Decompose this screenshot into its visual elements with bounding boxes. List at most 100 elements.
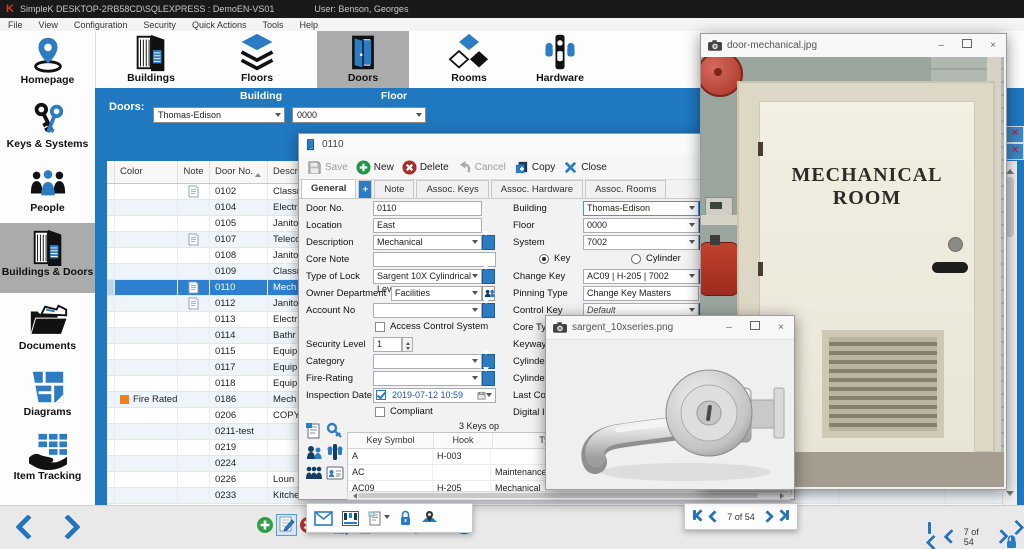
sidebar-item-documents[interactable]: Documents (0, 297, 95, 363)
door-no-column-header[interactable]: Door No. (210, 161, 268, 183)
location-field[interactable]: East (373, 218, 482, 233)
edit-record-button[interactable] (276, 514, 297, 536)
tab-assoc-rooms[interactable]: Assoc. Rooms (585, 180, 666, 198)
sidebar-item-people[interactable]: People (0, 159, 95, 223)
floor-filter-select[interactable]: 0000 (292, 107, 426, 123)
cylinder-radio[interactable] (631, 254, 641, 264)
close-button[interactable]: × (768, 316, 794, 339)
key-filter-icon[interactable] (326, 422, 344, 440)
new-button[interactable]: New (356, 160, 394, 175)
color-column-header[interactable]: Color (115, 161, 178, 183)
add-record-button[interactable] (256, 516, 274, 534)
clear-filter-icon[interactable]: × (1006, 126, 1024, 143)
minimize-button[interactable]: – (928, 34, 954, 57)
inspection-date-checkbox[interactable] (376, 390, 386, 400)
email-icon[interactable] (314, 511, 333, 526)
account-no-lookup-button[interactable] (482, 303, 495, 318)
key-cabinet-icon[interactable] (342, 511, 359, 526)
menu-item[interactable]: Security (135, 20, 184, 30)
person-card-icon[interactable] (326, 464, 344, 482)
scroll-down-icon[interactable] (1006, 491, 1014, 500)
system-select[interactable]: 7002 (583, 235, 699, 250)
sidebar-item-keys-systems[interactable]: Keys & Systems (0, 95, 95, 159)
account-no-select[interactable] (373, 303, 482, 318)
type-of-lock-lookup-button[interactable] (482, 269, 495, 284)
people-group-icon[interactable] (305, 464, 323, 482)
scroll-left-icon[interactable] (350, 493, 357, 499)
window-titlebar[interactable]: door-mechanical.jpg – × (701, 34, 1006, 58)
next-record-button[interactable] (761, 510, 774, 523)
ribbon-item-rooms[interactable]: Rooms (423, 31, 515, 88)
close-button[interactable]: × (980, 34, 1006, 57)
prev-record-button[interactable] (943, 529, 958, 544)
security-level-stepper[interactable] (402, 337, 413, 352)
ribbon-item-buildings[interactable]: Buildings (105, 31, 197, 88)
sidebar-item-item-tracking[interactable]: Item Tracking (0, 427, 95, 491)
menu-item[interactable]: Tools (254, 20, 291, 30)
close-button[interactable]: Close (563, 160, 607, 175)
type-of-lock-select[interactable]: Sargent 10X Cylindrical Lev (373, 269, 482, 284)
menu-item[interactable]: Help (291, 20, 326, 30)
menu-item[interactable]: Configuration (66, 20, 136, 30)
tab-general[interactable]: General (301, 179, 356, 198)
page-right-icon[interactable] (55, 514, 80, 539)
minimize-button[interactable]: – (716, 316, 742, 339)
map-pin-icon[interactable] (421, 510, 438, 526)
copy-button[interactable]: Copy (514, 160, 555, 175)
core-note-field[interactable] (373, 252, 496, 267)
add-note-tab[interactable]: + (358, 180, 372, 198)
calendar-icon[interactable] (477, 391, 486, 400)
menu-item[interactable]: Quick Actions (184, 20, 255, 30)
fire-rating-select[interactable] (373, 371, 482, 386)
key-symbol-column-header[interactable]: Key Symbol (348, 433, 434, 448)
fire-rating-lookup-button[interactable] (482, 371, 495, 386)
compliant-checkbox[interactable] (375, 407, 385, 417)
window-titlebar[interactable]: sargent_10xseries.png – × (546, 316, 794, 340)
ribbon-item-floors[interactable]: Floors (211, 31, 303, 88)
first-record-button[interactable] (928, 522, 941, 549)
hardware-filter-icon[interactable] (326, 443, 344, 461)
hook-column-header[interactable]: Hook (434, 433, 493, 448)
door-no-field[interactable]: 0110 (373, 201, 482, 216)
maximize-button[interactable] (954, 34, 980, 57)
first-record-button[interactable] (693, 510, 705, 523)
sidebar-item-homepage[interactable]: Homepage (0, 31, 95, 95)
inspection-date-field[interactable]: 2019-07-12 10:59 (373, 388, 496, 403)
delete-button[interactable]: Delete (402, 160, 449, 175)
scroll-right-icon[interactable] (780, 493, 787, 499)
building-filter-select[interactable]: Thomas-Edison (153, 107, 285, 123)
security-level-field[interactable]: 1 (373, 337, 402, 352)
ribbon-item-hardware[interactable]: Hardware (514, 31, 606, 88)
owner-department-select[interactable]: Facilities (391, 286, 482, 301)
ribbon-item-doors[interactable]: Doors (317, 31, 409, 88)
clear-filter-icon[interactable]: × (1006, 143, 1024, 160)
page-left-icon[interactable] (15, 514, 40, 539)
scroll-up-icon[interactable] (1006, 165, 1014, 174)
note-filter-icon[interactable] (305, 422, 323, 440)
maximize-button[interactable] (742, 316, 768, 339)
tab-assoc-keys[interactable]: Assoc. Keys (416, 180, 488, 198)
note-column-header[interactable]: Note (178, 161, 210, 183)
save-button[interactable]: Save (307, 160, 348, 175)
menu-item[interactable]: View (31, 20, 66, 30)
sidebar-item-diagrams[interactable]: Diagrams (0, 363, 95, 427)
report-menu-button[interactable] (368, 511, 390, 526)
building-select[interactable]: Thomas-Edison (583, 201, 699, 216)
cancel-button[interactable]: Cancel (457, 160, 506, 175)
sidebar-item-buildings-doors[interactable]: Buildings & Doors (0, 223, 95, 293)
category-select[interactable] (373, 354, 482, 369)
change-key-select[interactable]: AC09 | H-205 | 7002 (583, 269, 699, 284)
tab-assoc-hardware[interactable]: Assoc. Hardware (491, 180, 583, 198)
description-lookup-button[interactable] (482, 235, 495, 250)
keys-table-hscrollbar[interactable] (347, 491, 790, 500)
last-record-button[interactable] (777, 510, 789, 523)
floor-select[interactable]: 0000 (583, 218, 699, 233)
prev-record-button[interactable] (708, 510, 721, 523)
access-control-checkbox[interactable] (375, 322, 385, 332)
tab-note[interactable]: Note (374, 180, 414, 198)
scrollbar-thumb[interactable] (358, 493, 758, 498)
people-filter-icon[interactable] (305, 443, 323, 461)
menu-item[interactable]: File (0, 20, 31, 30)
key-radio[interactable] (539, 254, 549, 264)
description-select[interactable]: Mechanical (373, 235, 482, 250)
